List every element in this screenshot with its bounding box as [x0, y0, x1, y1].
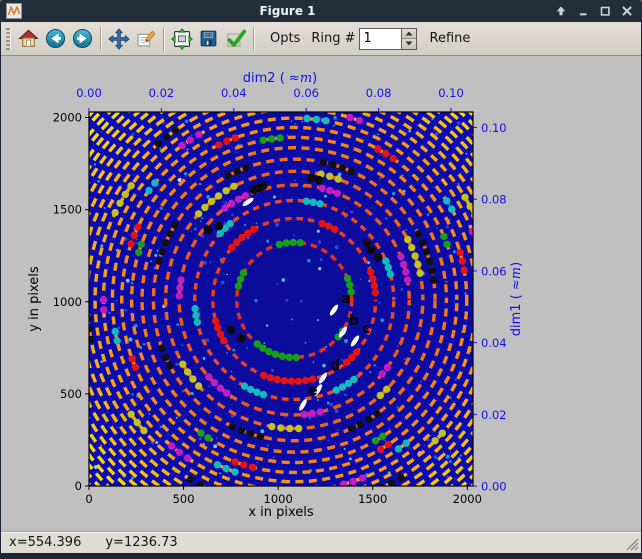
resize-grip[interactable] — [626, 538, 639, 551]
figure-canvas-area: abc de x in pixels y in pixels 0 500 1000 150… — [1, 56, 641, 531]
svg-text:0: 0 — [85, 492, 92, 506]
minimize-icon — [576, 4, 590, 18]
pan-button[interactable] — [105, 25, 132, 52]
spin-down-button[interactable] — [402, 38, 416, 49]
back-arrow-icon — [45, 28, 66, 49]
spin-up-icon — [405, 31, 413, 36]
save-button[interactable] — [195, 25, 222, 52]
close-icon — [620, 4, 634, 18]
svg-text:0.04: 0.04 — [221, 86, 247, 100]
close-button[interactable] — [619, 4, 634, 19]
adjust-screen-icon — [171, 28, 193, 50]
checkmark-icon — [225, 28, 247, 50]
window-title: Figure 1 — [28, 4, 547, 18]
edit-icon — [135, 28, 156, 49]
window-controls — [553, 4, 634, 19]
svg-text:0.10: 0.10 — [481, 121, 507, 135]
home-icon — [18, 28, 39, 49]
svg-text:0.06: 0.06 — [481, 264, 507, 278]
ring-number-label: Ring # — [311, 31, 355, 46]
svg-text:500: 500 — [173, 492, 195, 506]
accept-button[interactable] — [222, 25, 249, 52]
ring-point-label: a — [341, 291, 350, 307]
svg-text:2000: 2000 — [453, 492, 482, 506]
toolbar-separator — [163, 27, 164, 51]
top-axis-label: dim2 ( ≈m) — [243, 71, 317, 86]
cursor-x-readout: x=554.396 — [9, 535, 81, 550]
svg-text:0.08: 0.08 — [481, 193, 507, 207]
arrow-up-icon — [554, 4, 568, 18]
svg-text:0.10: 0.10 — [438, 86, 464, 100]
matplotlib-logo-icon — [6, 3, 22, 19]
ring-point-label: b — [349, 313, 359, 329]
titlebar: Figure 1 — [0, 0, 642, 22]
y-axis-label: y in pixels — [27, 266, 42, 332]
right-axis-label: dim1 ( ≈m) — [509, 262, 524, 336]
forward-button[interactable] — [69, 25, 96, 52]
back-button[interactable] — [42, 25, 69, 52]
subplots-button[interactable] — [168, 25, 195, 52]
svg-text:1000: 1000 — [53, 295, 82, 309]
ring-point-label: c — [362, 321, 370, 337]
svg-text:1500: 1500 — [358, 492, 387, 506]
toolbar: Opts Ring # Refine — [1, 22, 641, 56]
home-button[interactable] — [15, 25, 42, 52]
shade-button[interactable] — [553, 4, 568, 19]
svg-text:0.04: 0.04 — [481, 336, 507, 350]
svg-text:0.00: 0.00 — [481, 480, 507, 494]
forward-arrow-icon — [72, 28, 93, 49]
maximize-icon — [598, 4, 612, 18]
svg-text:0: 0 — [75, 479, 82, 493]
svg-text:0.00: 0.00 — [76, 86, 102, 100]
refine-button[interactable]: Refine — [430, 31, 471, 46]
statusbar: x=554.396 y=1236.73 — [1, 531, 641, 553]
svg-text:0.08: 0.08 — [366, 86, 392, 100]
maximize-button[interactable] — [597, 4, 612, 19]
svg-text:2000: 2000 — [53, 111, 82, 125]
svg-text:0.02: 0.02 — [481, 408, 507, 422]
toolbar-separator — [100, 27, 101, 51]
toolbar-separator — [253, 27, 254, 51]
ring-point-label: e — [308, 383, 318, 399]
pan-arrows-icon — [108, 28, 130, 50]
ring-number-input[interactable] — [359, 28, 401, 50]
svg-text:1000: 1000 — [264, 492, 293, 506]
opts-button[interactable]: Opts — [270, 31, 300, 46]
save-floppy-icon — [198, 28, 219, 49]
svg-text:0.02: 0.02 — [149, 86, 175, 100]
figure-window: Figure 1 — [0, 0, 642, 559]
minimize-button[interactable] — [575, 4, 590, 19]
spin-up-button[interactable] — [402, 29, 416, 39]
svg-text:0.06: 0.06 — [293, 86, 319, 100]
ring-point-label: d — [330, 358, 340, 374]
x-axis-label: x in pixels — [248, 505, 314, 520]
figure-canvas[interactable]: abc de x in pixels y in pixels 0 500 1000 150… — [1, 56, 641, 531]
edit-button[interactable] — [132, 25, 159, 52]
ring-number-spinbox — [359, 28, 417, 50]
svg-text:1500: 1500 — [53, 203, 82, 217]
svg-text:500: 500 — [60, 387, 82, 401]
cursor-y-readout: y=1236.73 — [105, 535, 177, 550]
toolbar-grip[interactable] — [6, 28, 11, 50]
spin-down-icon — [405, 41, 413, 46]
